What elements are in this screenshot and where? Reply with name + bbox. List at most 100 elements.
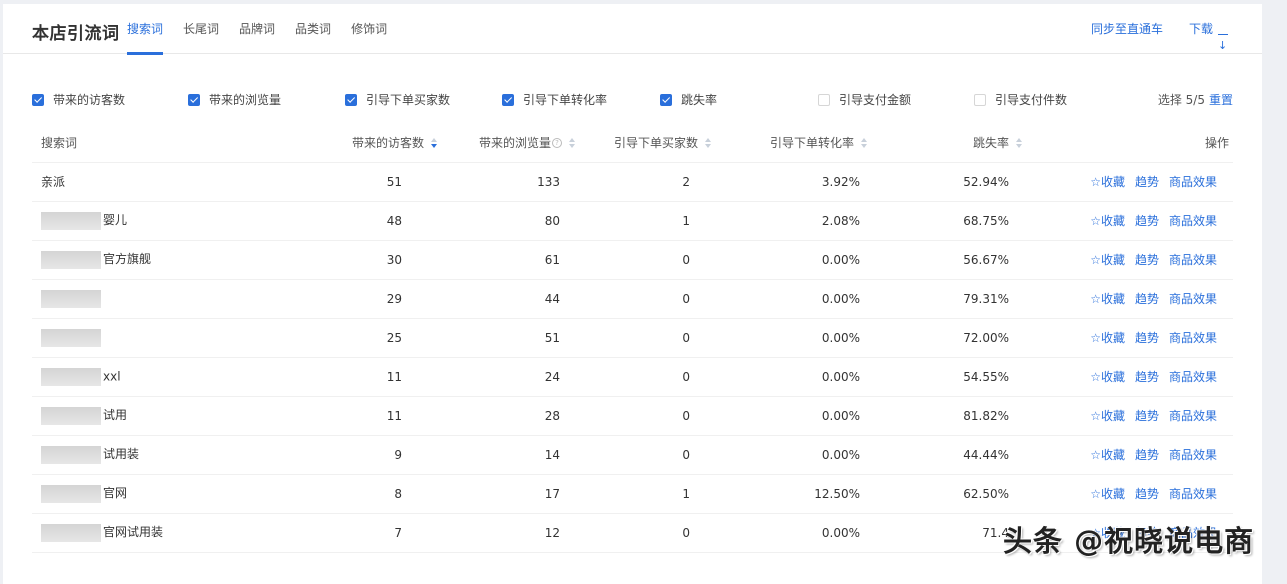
metric-filter-checkbox[interactable]: 跳失率 [660,91,717,108]
tab-search-terms[interactable]: 搜索词 [127,4,164,55]
metric-filter-checkbox[interactable]: 引导支付件数 [974,91,1067,108]
col-views[interactable]: 带来的浏览量? [438,123,576,163]
views-cell: 80 [438,201,576,241]
col-visitors[interactable]: 带来的访客数 [282,123,438,163]
metric-filter-checkbox[interactable]: 引导下单买家数 [345,91,450,108]
product-effect-link[interactable]: 商品效果 [1169,292,1217,306]
metric-filter-label: 引导下单买家数 [366,93,451,107]
trend-link[interactable]: 趋势 [1135,370,1159,384]
col-bounce[interactable]: 跳失率 [868,123,1023,163]
tab-long-tail[interactable]: 长尾词 [183,4,219,54]
visitors-cell: 9 [282,435,438,475]
product-effect-link[interactable]: 商品效果 [1169,370,1217,384]
conversion-cell: 0.00% [712,357,868,397]
product-effect-link[interactable]: 商品效果 [1169,487,1217,501]
trend-link[interactable]: 趋势 [1135,448,1159,462]
checkbox-checked-icon[interactable] [502,93,514,106]
col-buyers[interactable]: 引导下单买家数 [576,123,712,163]
keyword-cell [32,279,282,319]
col-bounce-label: 跳失率 [972,135,1009,150]
trend-link[interactable]: 趋势 [1135,253,1159,267]
bounce-cell: 52.94% [868,162,1023,202]
checkbox-checked-icon[interactable] [32,93,44,106]
product-effect-link[interactable]: 商品效果 [1169,253,1217,267]
trend-link[interactable]: 趋势 [1135,331,1159,345]
visitors-cell: 30 [282,240,438,280]
table-row: 婴儿 48 80 1 2.08% 68.75% ☆收藏 趋势 商品效果 [32,201,1233,241]
views-cell: 61 [438,240,576,280]
table-header-row: 搜索词 带来的访客数 带来的浏览量? 引导下单买家数 引导下单转化率 跳失率 操… [32,123,1233,163]
help-icon[interactable]: ? [552,138,562,149]
trend-link[interactable]: 趋势 [1135,214,1159,228]
favorite-link[interactable]: ☆收藏 [1090,409,1125,423]
favorite-label: 收藏 [1100,370,1125,384]
buyers-cell: 1 [576,474,712,514]
favorite-link[interactable]: ☆收藏 [1090,214,1125,228]
favorite-link[interactable]: ☆收藏 [1090,292,1125,306]
visitors-cell: 25 [282,318,438,358]
product-effect-link[interactable]: 商品效果 [1169,448,1217,462]
metric-filter-checkbox[interactable]: 引导下单转化率 [502,91,607,108]
bounce-cell: 72.00% [868,318,1023,358]
checkbox-checked-icon[interactable] [345,93,357,106]
favorite-link[interactable]: ☆收藏 [1090,487,1125,501]
favorite-link[interactable]: ☆收藏 [1090,253,1125,267]
favorite-label: 收藏 [1100,409,1125,423]
sort-icon[interactable] [704,137,712,149]
favorite-link[interactable]: ☆收藏 [1090,370,1125,384]
star-icon: ☆ [1090,253,1101,267]
star-icon: ☆ [1090,487,1101,501]
favorite-link[interactable]: ☆收藏 [1090,331,1125,345]
sort-icon[interactable] [860,137,868,149]
trend-link[interactable]: 趋势 [1135,292,1159,306]
tab-brand[interactable]: 品牌词 [239,4,275,54]
trend-link[interactable]: 趋势 [1135,487,1159,501]
redacted-text [41,289,101,308]
checkbox-unchecked-icon[interactable] [818,93,830,106]
tab-category[interactable]: 品类词 [295,4,331,54]
keyword-cell: 试用 [32,396,282,436]
favorite-label: 收藏 [1100,214,1125,228]
checkbox-checked-icon[interactable] [660,93,672,106]
actions-cell: ☆收藏 趋势 商品效果 [1023,474,1233,514]
reset-button[interactable]: 重置 [1209,93,1233,107]
metric-filter-checkbox[interactable]: 带来的访客数 [32,91,125,108]
product-effect-link[interactable]: 商品效果 [1169,331,1217,345]
buyers-cell: 0 [576,513,712,553]
redacted-text [41,367,101,386]
download-button[interactable]: 下载 [1189,4,1228,71]
visitors-cell: 7 [282,513,438,553]
product-effect-link[interactable]: 商品效果 [1169,409,1217,423]
metric-filter-label: 带来的浏览量 [209,93,282,107]
keyword-text: 试用 [103,408,128,423]
product-effect-link[interactable]: 商品效果 [1169,175,1217,189]
checkbox-checked-icon[interactable] [188,93,200,106]
trend-link[interactable]: 趋势 [1135,175,1159,189]
favorite-label: 收藏 [1100,175,1125,189]
sort-icon[interactable] [568,137,576,149]
sort-desc-icon[interactable] [430,137,438,149]
watermark: 头条 @祝晓说电商 [1003,524,1255,558]
views-cell: 44 [438,279,576,319]
keyword-text: 试用装 [103,447,140,462]
conversion-cell: 0.00% [712,513,868,553]
selection-count: 选择 5/5 [1157,93,1205,107]
tab-modifier[interactable]: 修饰词 [351,4,387,54]
sync-to-ztc-link[interactable]: 同步至直通车 [1091,4,1163,54]
favorite-link[interactable]: ☆收藏 [1090,448,1125,462]
col-buyers-label: 引导下单买家数 [613,135,698,150]
checkbox-unchecked-icon[interactable] [974,93,986,106]
metric-filter-checkbox[interactable]: 带来的浏览量 [188,91,281,108]
views-cell: 12 [438,513,576,553]
col-conversion[interactable]: 引导下单转化率 [712,123,868,163]
trend-link[interactable]: 趋势 [1135,409,1159,423]
favorite-label: 收藏 [1100,292,1125,306]
metric-filter-checkbox[interactable]: 引导支付金额 [818,91,911,108]
actions-cell: ☆收藏 趋势 商品效果 [1023,357,1233,397]
sort-icon[interactable] [1015,137,1023,149]
conversion-cell: 12.50% [712,474,868,514]
table-row: 29 44 0 0.00% 79.31% ☆收藏 趋势 商品效果 [32,279,1233,319]
metric-filter-label: 带来的访客数 [53,93,126,107]
product-effect-link[interactable]: 商品效果 [1169,214,1217,228]
favorite-link[interactable]: ☆收藏 [1090,175,1125,189]
